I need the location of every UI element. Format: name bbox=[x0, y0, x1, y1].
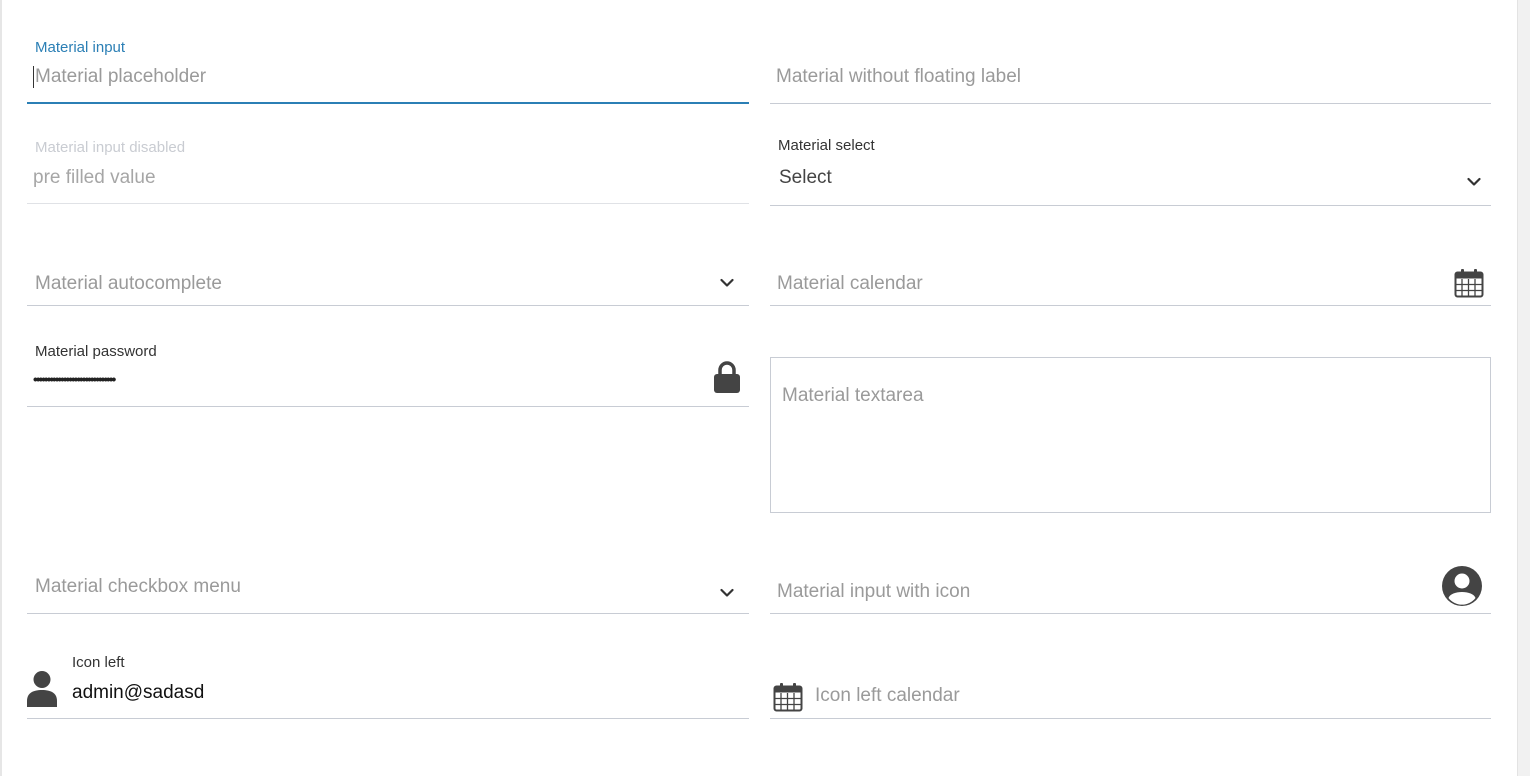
calendar-icon[interactable] bbox=[773, 682, 803, 717]
icon-left-field[interactable]: Icon left admin@sadasd bbox=[27, 652, 749, 719]
material-input-with-icon-underline bbox=[770, 613, 1491, 614]
material-select-underline bbox=[770, 205, 1491, 206]
icon-left-calendar-placeholder: Icon left calendar bbox=[815, 685, 960, 706]
lock-icon bbox=[713, 360, 741, 399]
material-textarea[interactable]: Material textarea bbox=[770, 357, 1491, 513]
material-password-label: Material password bbox=[35, 343, 157, 360]
material-textarea-placeholder: Material textarea bbox=[782, 385, 924, 406]
material-checkbox-menu-placeholder: Material checkbox menu bbox=[35, 576, 241, 597]
chevron-down-icon[interactable] bbox=[720, 275, 734, 293]
material-calendar-field[interactable]: Material calendar bbox=[770, 240, 1491, 306]
chevron-down-icon[interactable] bbox=[1467, 174, 1481, 192]
material-autocomplete-placeholder: Material autocomplete bbox=[35, 273, 222, 294]
material-select-field[interactable]: Material select Select bbox=[770, 134, 1491, 206]
window-left-border bbox=[0, 0, 2, 776]
material-select-label: Material select bbox=[778, 137, 875, 154]
material-disabled-underline bbox=[27, 203, 749, 204]
material-input-with-icon-placeholder: Material input with icon bbox=[777, 581, 971, 602]
icon-left-calendar-underline bbox=[770, 718, 1491, 719]
material-calendar-placeholder: Material calendar bbox=[777, 273, 923, 294]
text-cursor bbox=[33, 66, 34, 88]
material-disabled-label: Material input disabled bbox=[35, 139, 186, 156]
material-select-value: Select bbox=[779, 167, 832, 188]
material-input-placeholder: Material placeholder bbox=[35, 66, 207, 87]
vertical-scrollbar[interactable] bbox=[1517, 0, 1530, 776]
material-input-underline bbox=[27, 102, 749, 104]
material-disabled-value: pre filled value bbox=[33, 167, 156, 188]
icon-left-calendar-field[interactable]: Icon left calendar bbox=[770, 652, 1491, 719]
material-disabled-field: Material input disabled pre filled value bbox=[27, 136, 749, 204]
user-circle-icon bbox=[1440, 564, 1484, 613]
material-autocomplete-field[interactable]: Material autocomplete bbox=[27, 240, 749, 306]
icon-left-underline bbox=[27, 718, 749, 719]
material-no-float-field[interactable]: Material without floating label bbox=[770, 36, 1491, 104]
material-autocomplete-underline bbox=[27, 305, 749, 306]
icon-left-label: Icon left bbox=[72, 654, 125, 671]
chevron-down-icon[interactable] bbox=[720, 585, 734, 603]
material-checkbox-menu-field[interactable]: Material checkbox menu bbox=[27, 548, 749, 614]
icon-left-value: admin@sadasd bbox=[72, 682, 205, 703]
material-password-field[interactable]: Material password ••••••••••••••••••••••… bbox=[27, 340, 749, 407]
calendar-icon[interactable] bbox=[1454, 268, 1484, 303]
material-no-float-placeholder: Material without floating label bbox=[776, 66, 1022, 87]
material-input-label: Material input bbox=[35, 39, 126, 56]
user-icon bbox=[27, 670, 57, 713]
material-input-field[interactable]: Material input Material placeholder bbox=[27, 36, 749, 104]
material-calendar-underline bbox=[770, 305, 1491, 306]
material-checkbox-menu-underline bbox=[27, 613, 749, 614]
material-password-value: •••••••••••••••••••••••••••••• bbox=[33, 371, 116, 387]
material-password-underline bbox=[27, 406, 749, 407]
material-input-with-icon-field[interactable]: Material input with icon bbox=[770, 548, 1491, 614]
material-no-float-underline bbox=[770, 103, 1491, 104]
